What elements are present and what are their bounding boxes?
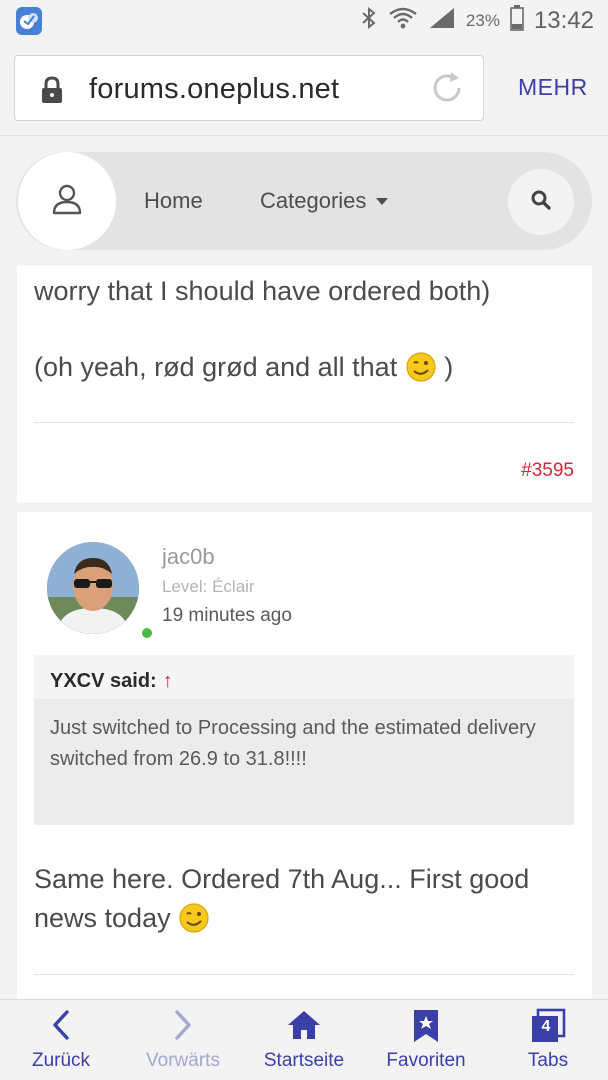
back-button[interactable]: Zurück: [12, 1000, 110, 1080]
username-link[interactable]: jac0b: [162, 544, 215, 570]
post-number-link[interactable]: #3595: [521, 460, 574, 482]
post-text-line: Same here. Ordered 7th Aug... First good: [34, 864, 530, 894]
post-text-fragment: news today: [34, 903, 171, 933]
post-text-line: worry that I should have ordered both): [34, 276, 491, 306]
quote-text: Just switched to Processing and the esti…: [50, 717, 536, 770]
post-divider: [34, 422, 574, 423]
divider: [0, 135, 608, 136]
post-text-line: news today: [34, 899, 210, 938]
bookmark-star-icon: [411, 1008, 441, 1049]
weather-app-icon: [16, 7, 42, 35]
nav-categories-label: Categories: [260, 188, 367, 213]
tabs-label: Tabs: [527, 1050, 569, 1071]
browser-toolbar: Zurück Vorwärts Startseite Favoriten 4 T…: [0, 999, 608, 1080]
nav-categories-link[interactable]: Categories: [260, 188, 389, 214]
quote-author-label: YXCV said:: [50, 670, 157, 692]
online-status-dot: [142, 628, 152, 638]
forum-nav: Home Categories: [16, 152, 592, 250]
home-icon: [286, 1008, 322, 1047]
reload-icon[interactable]: [429, 70, 465, 111]
post-text-fragment: (oh yeah, rød grød and all that: [34, 352, 398, 382]
user-icon: [50, 182, 84, 221]
address-bar[interactable]: forums.oneplus.net: [14, 55, 484, 121]
quote-jump-arrow-icon[interactable]: ↑: [163, 670, 173, 692]
avatar[interactable]: [47, 542, 139, 634]
tabs-count: 4: [541, 1018, 551, 1035]
tabs-icon: 4: [528, 1008, 568, 1049]
tabs-button[interactable]: 4 Tabs: [498, 1000, 598, 1080]
back-label: Zurück: [31, 1050, 91, 1071]
post-card: jac0b Level: Éclair 19 minutes ago YXCV …: [17, 512, 592, 1002]
bluetooth-icon: [360, 6, 378, 36]
wink-emoji-icon: [405, 351, 437, 383]
battery-percent: 23%: [465, 11, 500, 30]
chevron-right-icon: [171, 1008, 195, 1047]
search-button[interactable]: [508, 169, 574, 235]
clock: 13:42: [533, 7, 594, 34]
home-button[interactable]: Startseite: [254, 1000, 354, 1080]
quote-block: YXCV said: ↑ Just switched to Processing …: [34, 655, 574, 825]
account-button[interactable]: [18, 152, 116, 250]
more-button[interactable]: MEHR: [518, 74, 588, 101]
forward-button[interactable]: Vorwärts: [133, 1000, 233, 1080]
post-divider: [34, 974, 574, 975]
status-bar: 23% 13:42: [0, 0, 608, 42]
url-text: forums.oneplus.net: [89, 73, 340, 105]
quote-header: YXCV said: ↑: [34, 655, 574, 699]
wifi-icon: [388, 6, 418, 36]
battery-icon: [510, 5, 524, 37]
post-text-line: (oh yeah, rød grød and all that ): [34, 348, 453, 387]
quote-author: YXCV said: ↑: [50, 670, 173, 693]
search-icon: [530, 189, 552, 216]
forward-label: Vorwärts: [146, 1050, 220, 1071]
wink-emoji-icon: [178, 902, 210, 934]
post-card: worry that I should have ordered both) (…: [17, 266, 592, 502]
post-text-fragment: ): [444, 352, 454, 382]
lock-icon: [39, 76, 65, 109]
post-timestamp: 19 minutes ago: [162, 605, 292, 626]
chevron-left-icon: [49, 1008, 73, 1047]
nav-home-link[interactable]: Home: [144, 188, 203, 214]
signal-icon: [428, 6, 456, 36]
favorites-button[interactable]: Favoriten: [376, 1000, 476, 1080]
home-label: Startseite: [263, 1050, 345, 1071]
user-level: Level: Éclair: [162, 577, 255, 596]
favorites-label: Favoriten: [386, 1050, 466, 1071]
caret-down-icon: [376, 197, 389, 205]
